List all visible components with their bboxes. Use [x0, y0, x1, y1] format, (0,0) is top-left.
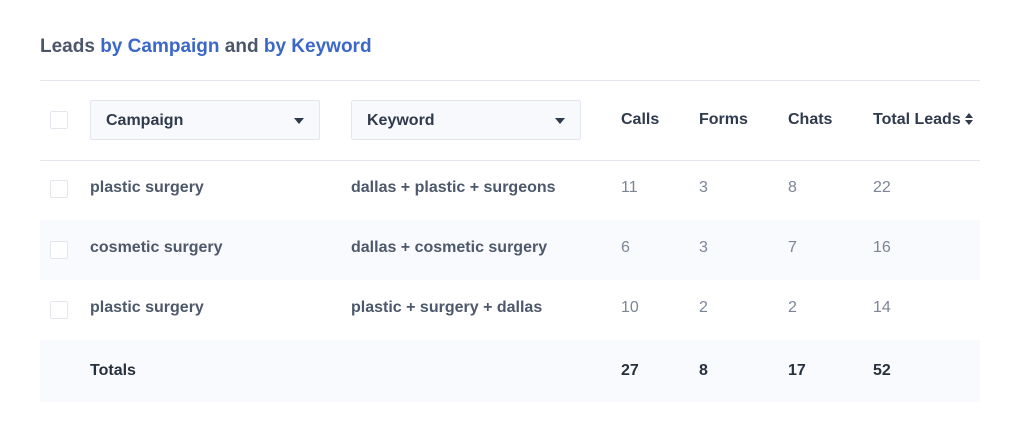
campaign-filter-dropdown[interactable]: Campaign — [90, 100, 320, 140]
chats-cell: 8 — [788, 179, 797, 196]
keyword-cell: plastic + surgery + dallas — [351, 299, 543, 316]
row-checkbox[interactable] — [50, 241, 68, 259]
totals-total-leads: 52 — [873, 362, 891, 379]
page-title: Leads by Campaign and by Keyword — [40, 36, 372, 58]
campaign-cell: plastic surgery — [90, 179, 204, 196]
calls-cell: 11 — [621, 179, 638, 196]
title-and: and — [219, 36, 264, 57]
forms-cell: 3 — [699, 239, 708, 256]
chevron-down-icon — [555, 118, 565, 124]
campaign-cell: plastic surgery — [90, 299, 204, 316]
column-header-forms[interactable]: Forms — [699, 111, 748, 129]
totals-forms: 8 — [699, 362, 708, 379]
calls-cell: 6 — [621, 239, 630, 256]
keyword-filter-label: Keyword — [367, 112, 435, 129]
chats-cell: 2 — [788, 299, 797, 316]
column-header-calls[interactable]: Calls — [621, 111, 659, 129]
calls-cell: 10 — [621, 299, 639, 316]
sort-icon[interactable] — [964, 112, 975, 126]
table-row[interactable]: plastic surgery dallas + plastic + surge… — [40, 160, 980, 220]
title-by-keyword: by Keyword — [263, 36, 372, 57]
title-by-campaign: by Campaign — [100, 36, 220, 57]
keyword-cell: dallas + plastic + surgeons — [351, 179, 556, 196]
column-header-chats[interactable]: Chats — [788, 111, 832, 129]
campaign-filter-label: Campaign — [106, 112, 184, 129]
total-leads-cell: 16 — [873, 239, 891, 256]
campaign-cell: cosmetic surgery — [90, 239, 223, 256]
total-leads-cell: 22 — [873, 179, 891, 196]
keyword-filter-dropdown[interactable]: Keyword — [351, 100, 581, 140]
total-leads-cell: 14 — [873, 299, 891, 316]
total-leads-label: Total Leads — [873, 111, 961, 128]
select-all-checkbox[interactable] — [50, 111, 68, 129]
keyword-cell: dallas + cosmetic surgery — [351, 239, 548, 256]
table-row[interactable]: cosmetic surgery dallas + cosmetic surge… — [40, 220, 980, 280]
forms-cell: 2 — [699, 299, 708, 316]
row-checkbox[interactable] — [50, 301, 68, 319]
totals-row: Totals 27 8 17 52 — [40, 340, 980, 402]
title-prefix: Leads — [40, 36, 101, 57]
table-header: Campaign Keyword Calls Forms Chats Total… — [40, 81, 980, 160]
totals-label: Totals — [90, 362, 136, 379]
column-header-total-leads[interactable]: Total Leads — [873, 111, 975, 129]
forms-cell: 3 — [699, 179, 708, 196]
row-checkbox[interactable] — [50, 180, 68, 198]
table-row[interactable]: plastic surgery plastic + surgery + dall… — [40, 280, 980, 340]
chevron-down-icon — [294, 118, 304, 124]
totals-calls: 27 — [621, 362, 639, 379]
chats-cell: 7 — [788, 239, 797, 256]
totals-chats: 17 — [788, 362, 806, 379]
